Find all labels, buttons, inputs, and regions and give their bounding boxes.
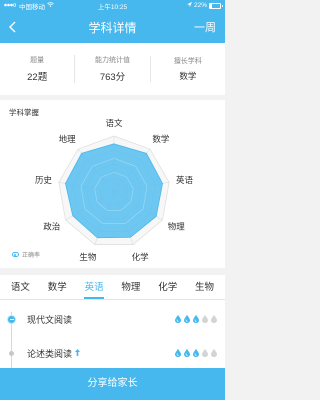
radar-axis-label: 语文	[105, 118, 123, 128]
location-icon	[186, 2, 192, 9]
radar-axis-label: 物理	[168, 222, 186, 232]
tab-chemistry[interactable]: 化学	[149, 275, 186, 300]
topic-row-0[interactable]: 现代文阅读	[0, 309, 225, 329]
droplet-empty-icon	[211, 349, 217, 357]
tab-biology[interactable]: 生物	[186, 275, 223, 300]
trend-up-icon	[75, 349, 80, 356]
radar-axis-label: 英语	[176, 175, 194, 185]
mastery-rating	[175, 315, 217, 323]
topic-name: 论述类阅读	[27, 348, 73, 359]
carrier-label: 中国移动	[19, 3, 45, 11]
summary-panel: 题量 22题 能力统计值 763分 擅长学科 数学	[0, 43, 225, 95]
droplet-empty-icon	[202, 349, 208, 357]
subject-tabs: 语文 数学 英语 物理 化学 生物	[0, 275, 225, 300]
battery-percent: 22%	[193, 2, 207, 9]
topic-list: 现代文阅读 论述类阅读	[0, 300, 225, 368]
summary-label: 题量	[30, 57, 45, 64]
radar-axis-label: 政治	[43, 222, 61, 232]
summary-value: 22题	[27, 72, 48, 83]
period-selector[interactable]: 一周	[194, 19, 216, 35]
tab-math[interactable]: 数学	[39, 275, 76, 300]
subject-mastery-card: 学科掌握 语文 数学 英语 物理 化学 生物 政治 历史 地理 正确率	[0, 100, 225, 268]
summary-value: 数学	[179, 71, 197, 81]
droplet-filled-icon	[193, 349, 199, 357]
wifi-icon	[47, 2, 54, 9]
droplet-filled-icon	[193, 315, 199, 323]
share-to-parents-button[interactable]: 分享给家长	[0, 368, 225, 400]
radar-axis-label: 化学	[132, 252, 150, 262]
droplet-filled-icon	[184, 315, 190, 323]
topic-row-1[interactable]: 论述类阅读	[0, 343, 225, 363]
droplet-filled-icon	[175, 349, 181, 357]
radar-chart: 语文数学英语物理化学 生物 政治 历史 地理	[35, 118, 194, 262]
back-button[interactable]	[0, 11, 24, 43]
page-title: 学科详情	[88, 20, 137, 35]
legend-swatch-icon	[12, 252, 19, 257]
tab-chinese[interactable]: 语文	[2, 275, 39, 300]
nav-bar: 学科详情 一周	[0, 11, 225, 43]
timeline-dot-icon	[9, 350, 14, 356]
radar-axis-label: 地理	[59, 134, 77, 144]
tab-physics[interactable]: 物理	[112, 275, 149, 300]
droplet-filled-icon	[184, 349, 190, 357]
signal-icon	[4, 2, 17, 9]
legend-label: 正确率	[22, 253, 41, 259]
tab-english[interactable]: 英语	[76, 275, 113, 300]
summary-value: 763分	[99, 72, 126, 83]
mastery-rating	[175, 349, 217, 357]
droplet-filled-icon	[175, 315, 181, 323]
radar-axis-label: 生物	[79, 252, 97, 262]
summary-question-count: 题量 22题	[0, 55, 74, 83]
droplet-empty-icon	[202, 315, 208, 323]
status-left: 中国移动	[4, 1, 54, 11]
battery-icon	[209, 2, 223, 9]
summary-label: 能力统计值	[94, 57, 130, 64]
summary-best-subject: 擅长学科 数学	[149, 56, 225, 82]
droplet-empty-icon	[211, 315, 217, 323]
chevron-left-icon	[8, 21, 15, 33]
radar-axis-label: 数学	[152, 134, 170, 144]
radar-axis-label: 历史	[35, 175, 53, 185]
topic-name: 现代文阅读	[27, 314, 73, 325]
summary-ability-score: 能力统计值 763分	[74, 55, 149, 83]
summary-label: 擅长学科	[173, 58, 202, 65]
collapse-icon[interactable]	[7, 314, 16, 324]
chart-legend: 正确率	[12, 250, 40, 259]
status-bar: 中国移动 上午10:25 22%	[0, 0, 225, 11]
status-right: 22%	[186, 2, 223, 9]
